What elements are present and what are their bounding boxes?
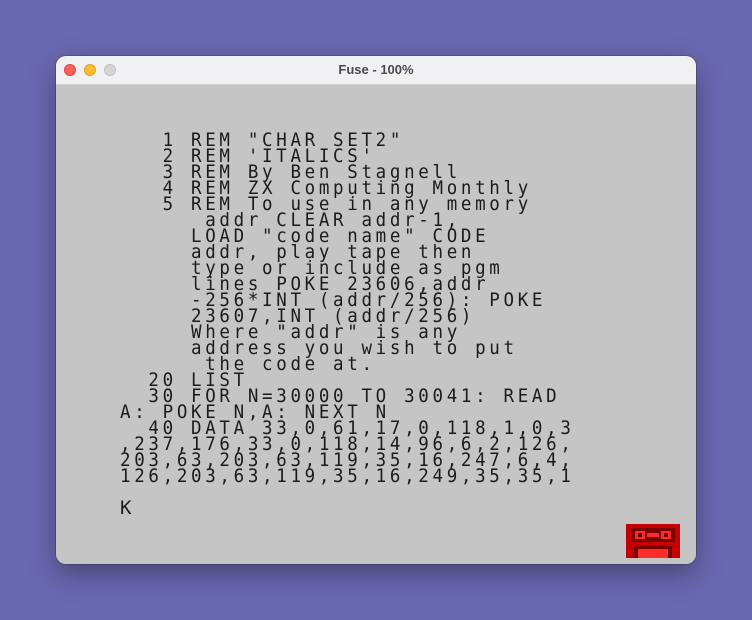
window-title: Fuse - 100% — [338, 62, 414, 77]
spectrum-screen[interactable]: 1 REM "CHAR SET2" 2 REM 'ITALICS' 3 REM … — [56, 85, 696, 564]
emulator-window: Fuse - 100% 1 REM "CHAR SET2" 2 REM 'ITA… — [56, 56, 696, 564]
cassette-tape-icon — [626, 524, 680, 558]
basic-listing: 1 REM "CHAR SET2" 2 REM 'ITALICS' 3 REM … — [120, 131, 614, 487]
title-bar[interactable]: Fuse - 100% — [56, 56, 696, 85]
listing-line: 126,203,63,119,35,16,249,35,35,1 — [120, 465, 575, 487]
input-cursor: K — [120, 497, 132, 519]
